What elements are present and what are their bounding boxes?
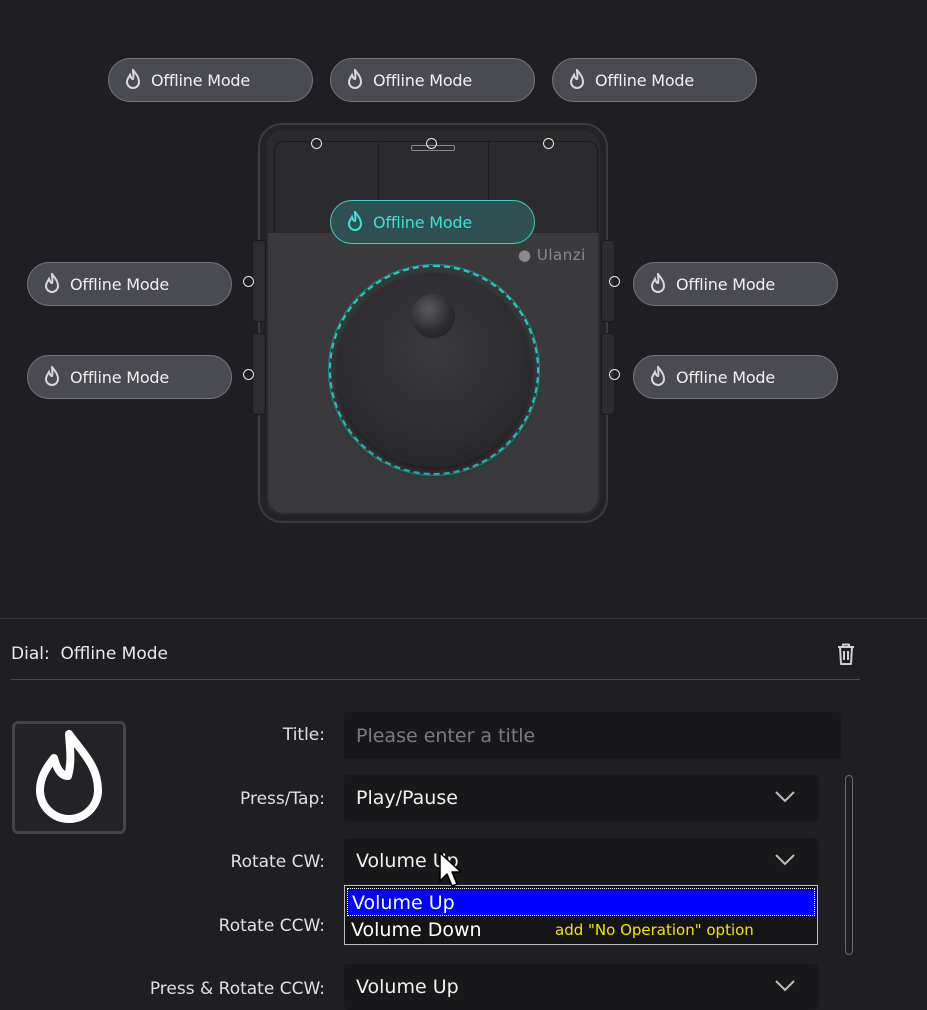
dropdown-option-volume-up[interactable]: Volume Up — [347, 888, 815, 916]
scrollbar[interactable] — [845, 775, 853, 955]
title-label: Title: — [282, 725, 325, 745]
annotation-note: add "No Operation" option — [555, 921, 754, 939]
rotate-ccw-label: Rotate CCW: — [218, 916, 325, 936]
device-side-button-left-lower[interactable] — [252, 333, 266, 415]
settings-header-prefix: Dial: — [11, 644, 50, 664]
title-input[interactable] — [356, 724, 841, 747]
connector-dot — [243, 276, 254, 287]
section-divider — [0, 618, 927, 619]
key-button-label: Offline Mode — [373, 70, 473, 90]
rotate-cw-label: Rotate CW: — [230, 852, 325, 872]
key-button-label: Offline Mode — [151, 70, 251, 90]
device-side-button-left-upper[interactable] — [252, 240, 266, 322]
flame-icon — [650, 366, 666, 386]
mouse-cursor-icon — [439, 852, 462, 887]
flame-icon — [347, 211, 363, 231]
press-rotate-ccw-label: Press & Rotate CCW: — [149, 979, 325, 999]
dial-button-label: Offline Mode — [373, 212, 473, 232]
side-button-right-lower[interactable]: Offline Mode — [633, 355, 838, 399]
press-rotate-ccw-select-value: Volume Up — [356, 976, 459, 998]
chevron-down-icon — [775, 854, 795, 866]
press-rotate-ccw-label-text: Press & Rotate CCW — [149, 979, 320, 999]
dial-knob — [411, 294, 455, 338]
connector-dot — [609, 276, 620, 287]
flame-icon — [44, 366, 60, 386]
side-button-right-upper[interactable]: Offline Mode — [633, 262, 838, 306]
chevron-down-icon — [775, 791, 795, 803]
press-label: Press/Tap: — [240, 789, 325, 809]
chevron-down-icon — [775, 980, 795, 992]
settings-header-name: Offline Mode — [60, 644, 169, 664]
press-rotate-ccw-select[interactable]: Volume Up — [344, 964, 818, 1010]
header-underline — [11, 679, 860, 680]
press-select-value: Play/Pause — [356, 787, 458, 809]
connector-dot — [543, 138, 554, 149]
flame-icon — [44, 273, 60, 293]
side-button-left-upper[interactable]: Offline Mode — [27, 262, 232, 306]
connector-dot — [609, 369, 620, 380]
title-label-text: Title — [282, 725, 320, 745]
rotate-ccw-label-text: Rotate CCW — [218, 916, 320, 936]
connector-dot — [426, 138, 437, 149]
settings-header: Dial: Offline Mode — [11, 644, 168, 664]
flame-icon — [347, 69, 363, 89]
key-button-top-right[interactable]: Offline Mode — [552, 58, 757, 102]
title-field[interactable] — [344, 712, 841, 759]
trash-icon[interactable] — [835, 642, 857, 666]
brand-logo: ● Ulanzi — [518, 246, 586, 264]
side-button-label: Offline Mode — [676, 367, 776, 387]
press-label-text: Press/Tap — [240, 789, 320, 809]
key-button-top-left[interactable]: Offline Mode — [108, 58, 313, 102]
side-button-label: Offline Mode — [70, 367, 170, 387]
side-button-label: Offline Mode — [676, 274, 776, 294]
press-select[interactable]: Play/Pause — [344, 775, 818, 821]
dial-button[interactable]: Offline Mode — [330, 200, 535, 244]
flame-icon — [125, 69, 141, 89]
side-button-label: Offline Mode — [70, 274, 170, 294]
connector-dot — [243, 369, 254, 380]
key-button-top-middle[interactable]: Offline Mode — [330, 58, 535, 102]
brand-name: Ulanzi — [536, 246, 586, 264]
flame-icon — [569, 69, 585, 89]
side-button-left-lower[interactable]: Offline Mode — [27, 355, 232, 399]
rotate-cw-label-text: Rotate CW — [230, 852, 320, 872]
connector-dot — [311, 138, 322, 149]
flame-icon — [650, 273, 666, 293]
rotate-cw-select[interactable]: Volume Up — [344, 838, 818, 884]
key-button-label: Offline Mode — [595, 70, 695, 90]
